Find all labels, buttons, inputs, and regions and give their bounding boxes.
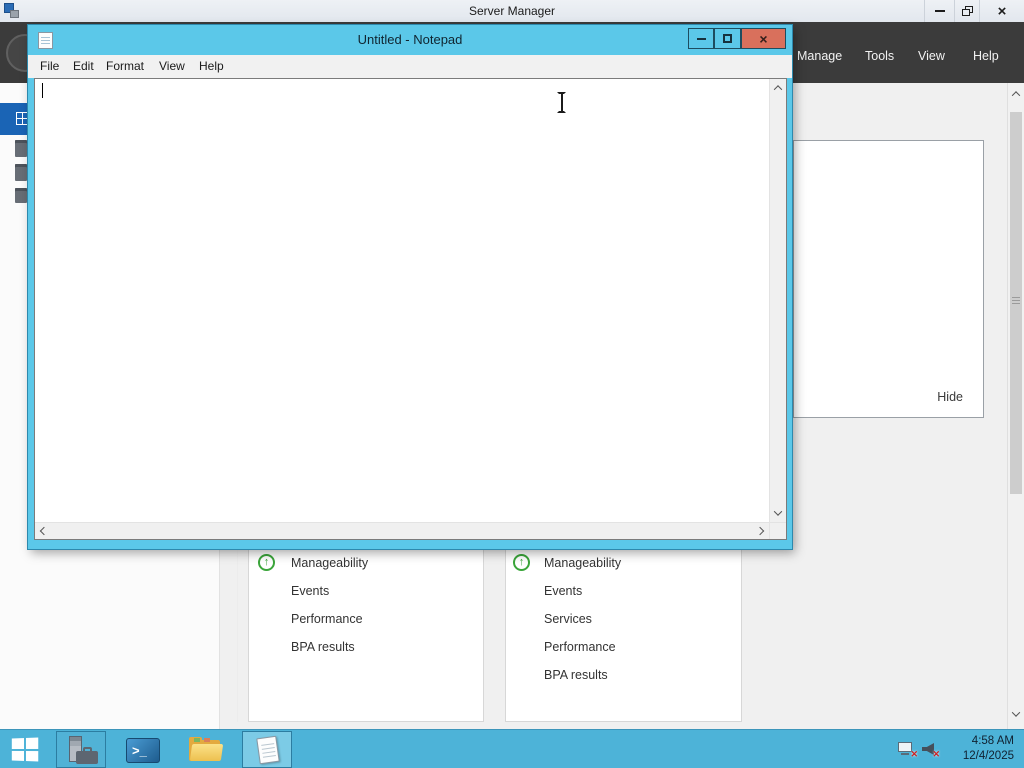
tray-clock[interactable]: 4:58 AM 12/4/2025 xyxy=(938,734,1014,764)
maximize-icon xyxy=(723,34,732,43)
server-icon[interactable] xyxy=(15,140,27,157)
notepad-menubar: File Edit Format View Help xyxy=(28,55,792,78)
minimize-icon xyxy=(696,37,706,40)
scroll-up-button[interactable] xyxy=(770,80,786,96)
notepad-minimize-button[interactable] xyxy=(688,28,714,49)
desktop: Server Manager × Manage Tools View Help … xyxy=(0,0,1024,768)
tray-date: 12/4/2025 xyxy=(962,750,1014,762)
scrollbar-thumb[interactable] xyxy=(1010,112,1022,494)
scroll-down-button[interactable] xyxy=(770,505,786,521)
taskbar-powershell-button[interactable]: >_ xyxy=(118,731,168,768)
text-caret xyxy=(42,83,43,98)
volume-status-icon[interactable]: ✕ xyxy=(921,740,940,759)
sm-restore-button[interactable] xyxy=(954,0,979,22)
sm-minimize-button[interactable] xyxy=(924,0,954,22)
powershell-icon: >_ xyxy=(126,738,160,763)
notepad-menu-file[interactable]: File xyxy=(40,59,59,73)
chevron-left-icon xyxy=(39,526,49,536)
server-icon[interactable] xyxy=(15,164,27,181)
notepad-icon xyxy=(256,735,280,765)
menu-help[interactable]: Help xyxy=(973,49,999,63)
chevron-up-icon xyxy=(1011,90,1021,100)
scroll-right-button[interactable] xyxy=(752,523,768,539)
close-icon: × xyxy=(997,2,1007,20)
resize-grip[interactable] xyxy=(769,522,786,539)
minimize-icon xyxy=(934,10,945,12)
tile-link-services[interactable]: Services xyxy=(544,612,592,626)
chevron-up-icon xyxy=(773,85,783,94)
welcome-tile: Hide xyxy=(793,140,984,418)
taskbar-file-explorer-button[interactable] xyxy=(180,731,230,768)
tile-link-bpa-results[interactable]: BPA results xyxy=(544,668,608,682)
tile-link-performance[interactable]: Performance xyxy=(291,612,363,626)
ibeam-cursor xyxy=(556,92,567,113)
notepad-maximize-button[interactable] xyxy=(714,28,741,49)
sm-scrollbar[interactable] xyxy=(1007,83,1024,729)
notepad-menu-view[interactable]: View xyxy=(159,59,185,73)
scroll-left-button[interactable] xyxy=(36,523,52,539)
notepad-menu-edit[interactable]: Edit xyxy=(73,59,94,73)
tile-link-performance[interactable]: Performance xyxy=(544,640,616,654)
tray-time: 4:58 AM xyxy=(971,735,1014,747)
chevron-down-icon xyxy=(773,507,783,516)
server-manager-titlebar: Server Manager × xyxy=(0,0,1024,22)
close-icon: × xyxy=(759,30,768,47)
tile-link-manageability[interactable]: Manageability xyxy=(291,556,368,570)
notepad-menu-help[interactable]: Help xyxy=(199,59,224,73)
sm-close-button[interactable]: × xyxy=(979,0,1024,22)
hide-link[interactable]: Hide xyxy=(937,390,963,404)
server-icon[interactable] xyxy=(15,188,27,203)
tile-link-events[interactable]: Events xyxy=(544,584,582,598)
restore-icon xyxy=(961,6,973,16)
taskbar-server-manager-button[interactable] xyxy=(56,731,106,768)
menu-tools[interactable]: Tools xyxy=(865,49,894,63)
scroll-down-button[interactable] xyxy=(1008,705,1024,723)
chevron-right-icon xyxy=(755,526,765,536)
network-status-icon[interactable]: ✕ xyxy=(897,740,918,759)
server-manager-window-title: Server Manager xyxy=(468,4,556,18)
taskbar-notepad-button[interactable] xyxy=(242,731,292,768)
notepad-vscrollbar[interactable] xyxy=(769,79,786,522)
start-button[interactable] xyxy=(0,730,49,768)
menu-view[interactable]: View xyxy=(918,49,945,63)
notepad-content-frame xyxy=(34,78,787,540)
notepad-text-area[interactable] xyxy=(35,79,769,522)
menu-manage[interactable]: Manage xyxy=(797,49,842,63)
scroll-up-button[interactable] xyxy=(1008,85,1024,102)
tile-link-manageability[interactable]: Manageability xyxy=(544,556,621,570)
tile-link-bpa-results[interactable]: BPA results xyxy=(291,640,355,654)
up-arrow-circle-icon: ↑ xyxy=(513,554,530,571)
disconnected-badge-icon: ✕ xyxy=(910,749,918,759)
taskbar: >_ ✕ ✕ 4:58 AM 12/4/2025 xyxy=(0,729,1024,768)
notepad-hscrollbar[interactable] xyxy=(35,522,769,539)
notepad-titlebar[interactable]: Untitled - Notepad × xyxy=(28,25,792,55)
tile-column-divider xyxy=(237,549,238,722)
tile-link-events[interactable]: Events xyxy=(291,584,329,598)
notepad-window-title: Untitled - Notepad xyxy=(357,32,463,47)
notepad-window: Untitled - Notepad × File Edit Format Vi… xyxy=(28,25,792,549)
notepad-menu-format[interactable]: Format xyxy=(106,59,144,73)
up-arrow-circle-icon: ↑ xyxy=(258,554,275,571)
notepad-close-button[interactable]: × xyxy=(741,28,786,49)
windows-logo-icon xyxy=(11,737,39,762)
chevron-down-icon xyxy=(1011,708,1021,717)
